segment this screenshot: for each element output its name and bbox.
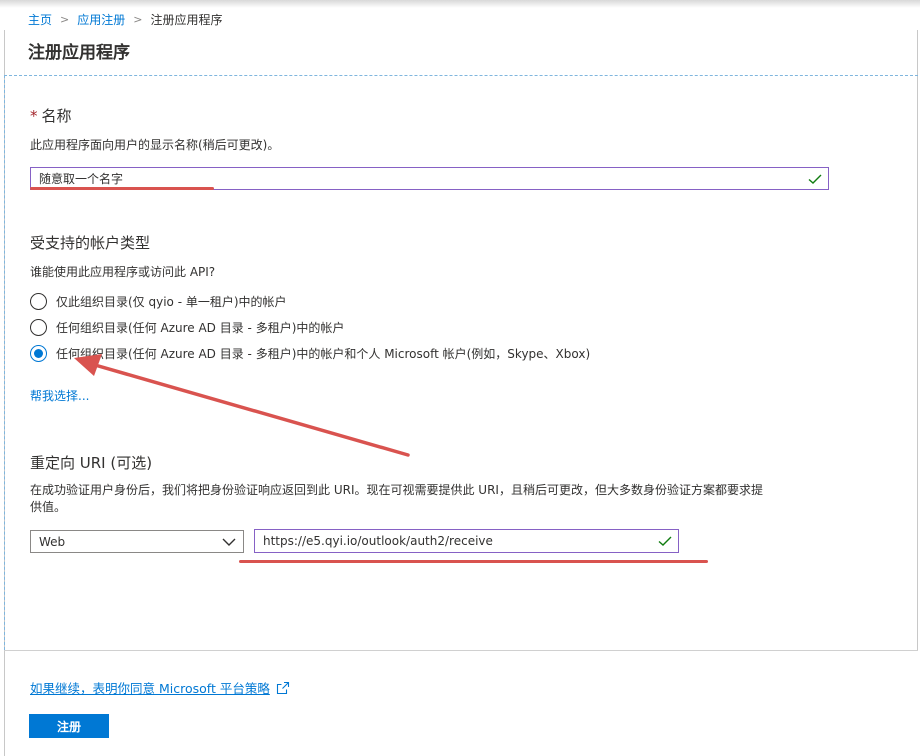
external-link-icon bbox=[276, 681, 289, 694]
footer-divider bbox=[4, 650, 918, 651]
platform-policy-text: 如果继续，表明你同意 Microsoft 平台策略 bbox=[30, 681, 270, 696]
register-button[interactable]: 注册 bbox=[29, 714, 109, 738]
platform-policy-link[interactable]: 如果继续，表明你同意 Microsoft 平台策略 bbox=[30, 678, 290, 697]
annotation-arrow bbox=[74, 354, 410, 457]
